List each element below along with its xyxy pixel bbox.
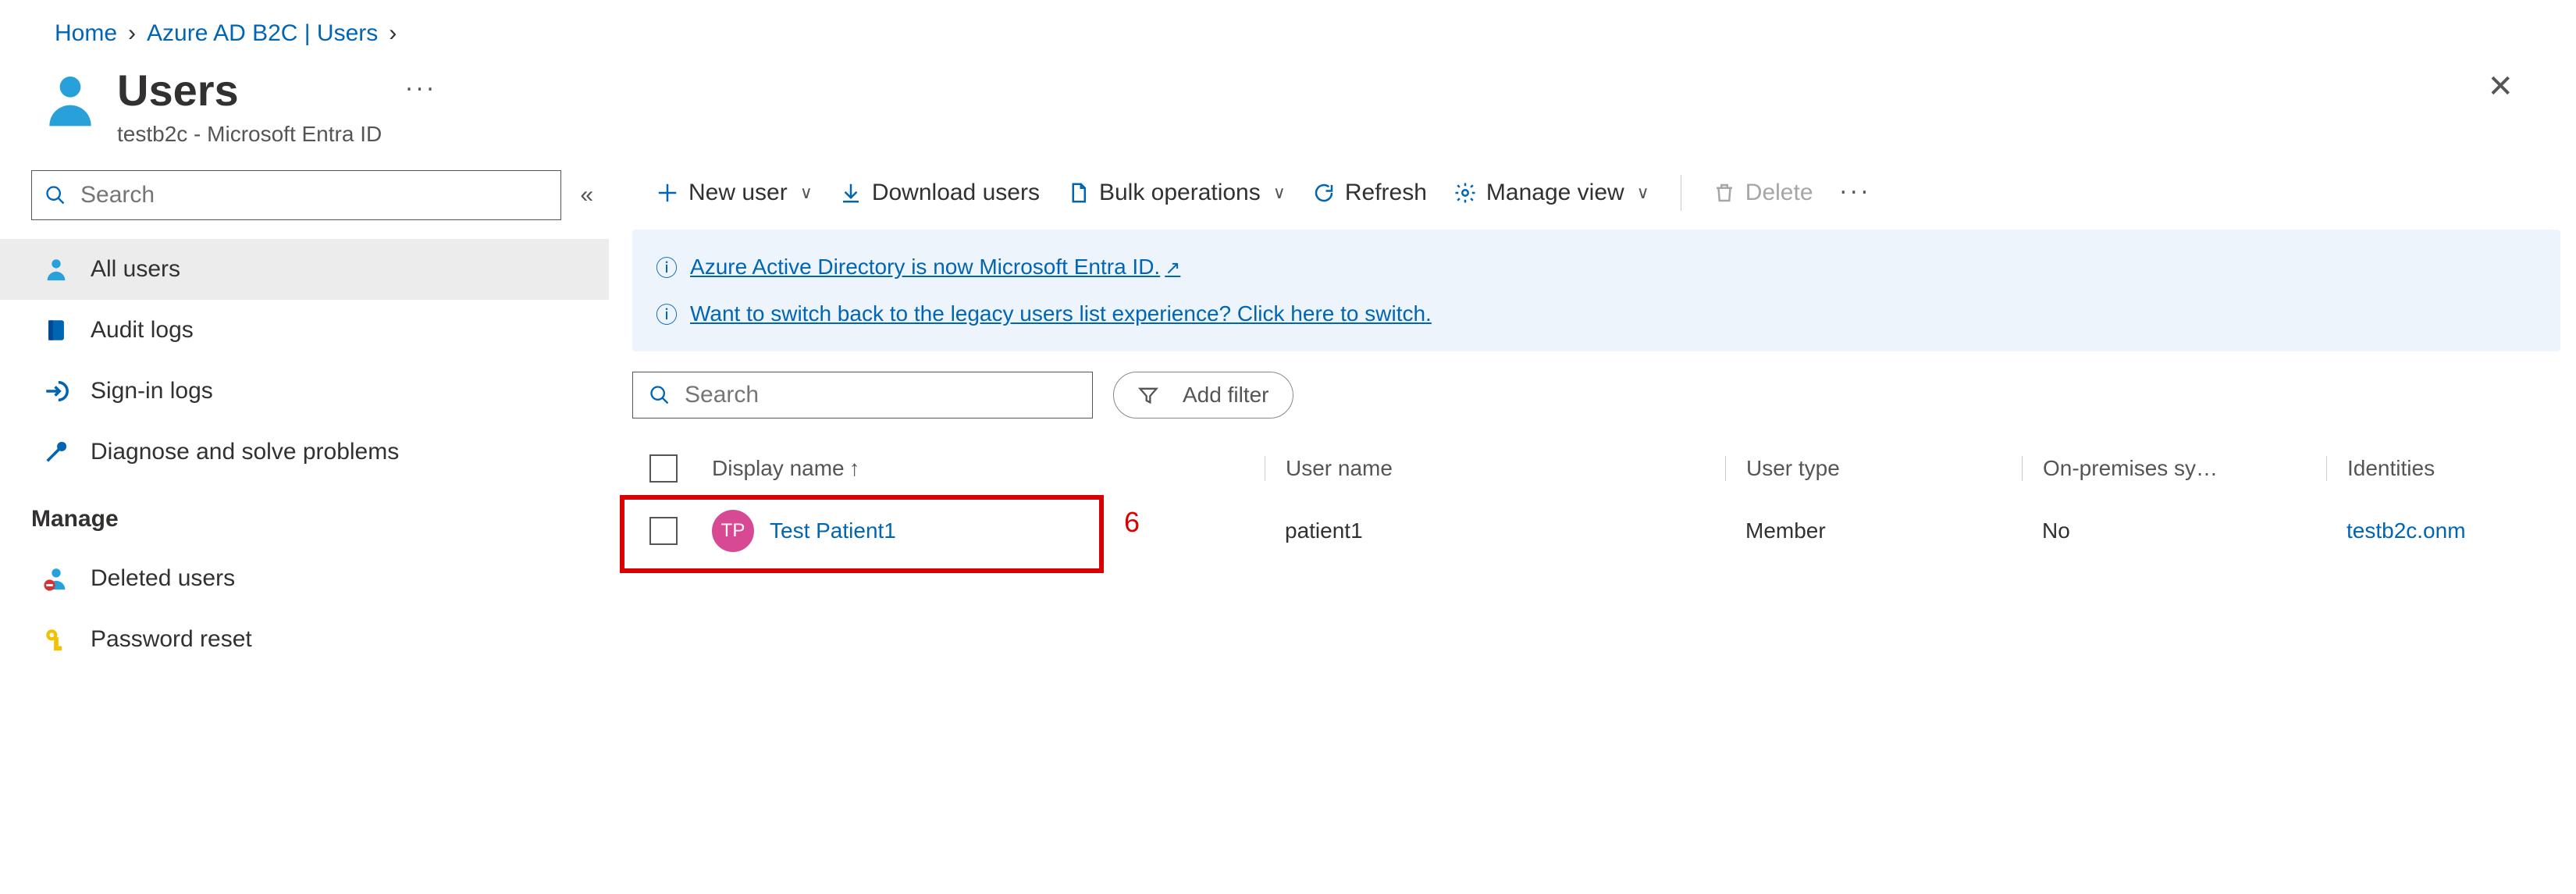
info-icon: ⓘ — [656, 298, 678, 329]
user-display-name-link[interactable]: Test Patient1 — [770, 518, 896, 543]
sidebar-item-audit-logs[interactable]: Audit logs — [31, 300, 609, 361]
refresh-icon — [1312, 181, 1336, 205]
download-users-button[interactable]: Download users — [839, 180, 1040, 206]
sidebar: « All users Audit logs Sign-in logs — [0, 170, 609, 670]
info-banner: ⓘ Azure Active Directory is now Microsof… — [632, 230, 2560, 351]
column-header-display-name[interactable]: Display name↑ — [703, 456, 1265, 481]
new-user-button[interactable]: New user ∨ — [656, 180, 813, 206]
user-icon — [39, 69, 101, 137]
plus-icon — [656, 181, 679, 205]
info-icon: ⓘ — [656, 251, 678, 283]
external-link-icon: ↗ — [1165, 258, 1180, 279]
more-icon[interactable]: ‧‧‧ — [405, 69, 437, 112]
page-subtitle: testb2c - Microsoft Entra ID — [117, 122, 382, 147]
sort-ascending-icon: ↑ — [849, 456, 860, 480]
toolbar-label: Download users — [872, 180, 1040, 206]
refresh-button[interactable]: Refresh — [1312, 180, 1427, 206]
sidebar-item-label: Sign-in logs — [91, 378, 213, 404]
annotation-number: 6 — [1124, 506, 1140, 539]
chevron-down-icon: ∨ — [1273, 183, 1286, 203]
search-icon — [649, 384, 671, 406]
key-icon — [41, 626, 72, 653]
sidebar-search-field[interactable] — [79, 181, 548, 209]
chevron-right-icon: › — [128, 20, 136, 47]
breadcrumb: Home › Azure AD B2C | Users › — [0, 0, 2576, 55]
add-filter-button[interactable]: Add filter — [1113, 372, 1293, 419]
close-icon[interactable]: ✕ — [2487, 69, 2537, 105]
main-content: New user ∨ Download users Bulk operation… — [609, 170, 2576, 670]
collapse-sidebar-icon[interactable]: « — [580, 182, 593, 208]
bulk-operations-button[interactable]: Bulk operations ∨ — [1066, 180, 1286, 206]
main-search-field[interactable] — [683, 381, 1076, 409]
sidebar-item-label: Audit logs — [91, 317, 194, 344]
search-icon — [44, 184, 66, 206]
sidebar-search-input[interactable] — [31, 170, 561, 220]
select-all-checkbox[interactable] — [624, 454, 703, 483]
gear-icon — [1453, 181, 1477, 205]
toolbar-label: Manage view — [1486, 180, 1624, 206]
user-icon — [41, 256, 72, 283]
book-icon — [41, 317, 72, 344]
sidebar-item-password-reset[interactable]: Password reset — [31, 609, 609, 670]
sidebar-item-signin-logs[interactable]: Sign-in logs — [31, 361, 609, 422]
chevron-down-icon: ∨ — [800, 183, 813, 203]
cell-user-name: patient1 — [1265, 518, 1725, 543]
add-filter-label: Add filter — [1183, 383, 1269, 408]
sidebar-item-label: Diagnose and solve problems — [91, 439, 399, 465]
table-row[interactable]: TP Test Patient1 patient1 Member No test… — [624, 500, 2576, 562]
trash-icon — [1713, 181, 1736, 205]
column-header-user-type[interactable]: User type — [1725, 456, 2022, 481]
deleted-user-icon — [41, 565, 72, 592]
cell-identities[interactable]: testb2c.onm — [2326, 518, 2576, 543]
document-icon — [1066, 181, 1090, 205]
chevron-right-icon: › — [389, 20, 397, 47]
sidebar-item-all-users[interactable]: All users — [0, 239, 609, 300]
filter-icon — [1137, 384, 1159, 406]
sidebar-item-deleted-users[interactable]: Deleted users — [31, 548, 609, 609]
toolbar: New user ∨ Download users Bulk operation… — [624, 170, 2576, 230]
filter-bar: Add filter — [624, 359, 2576, 431]
manage-view-button[interactable]: Manage view ∨ — [1453, 180, 1649, 206]
row-checkbox[interactable] — [624, 517, 703, 545]
column-header-on-prem[interactable]: On-premises sy… — [2022, 456, 2326, 481]
breadcrumb-home[interactable]: Home — [55, 20, 117, 47]
signin-icon — [41, 378, 72, 404]
toolbar-label: Refresh — [1345, 180, 1427, 206]
table-header-row: Display name↑ User name User type On-pre… — [624, 437, 2576, 500]
column-header-identities[interactable]: Identities — [2326, 456, 2576, 481]
page-title: Users — [117, 69, 382, 112]
main-search-input[interactable] — [632, 372, 1093, 419]
chevron-down-icon: ∨ — [1637, 183, 1649, 203]
download-icon — [839, 181, 863, 205]
sidebar-item-diagnose[interactable]: Diagnose and solve problems — [31, 422, 609, 483]
toolbar-label: Bulk operations — [1099, 180, 1261, 206]
tools-icon — [41, 439, 72, 465]
page-header: Users testb2c - Microsoft Entra ID ‧‧‧ ✕ — [0, 55, 2576, 170]
info-link-legacy[interactable]: Want to switch back to the legacy users … — [690, 301, 1432, 326]
sidebar-item-label: Password reset — [91, 626, 252, 653]
breadcrumb-section[interactable]: Azure AD B2C | Users — [147, 20, 378, 47]
sidebar-item-label: Deleted users — [91, 565, 235, 592]
info-link-entra[interactable]: Azure Active Directory is now Microsoft … — [690, 255, 1180, 280]
toolbar-label: New user — [688, 180, 788, 206]
sidebar-section-manage: Manage — [31, 483, 609, 548]
delete-button: Delete — [1713, 180, 1813, 206]
cell-on-prem: No — [2022, 518, 2326, 543]
users-table: Display name↑ User name User type On-pre… — [624, 437, 2576, 562]
sidebar-item-label: All users — [91, 256, 180, 283]
avatar: TP — [712, 510, 754, 552]
toolbar-label: Delete — [1745, 180, 1813, 206]
column-header-user-name[interactable]: User name — [1265, 456, 1725, 481]
more-icon[interactable]: ‧‧‧ — [1840, 180, 1872, 207]
cell-user-type: Member — [1725, 518, 2022, 543]
